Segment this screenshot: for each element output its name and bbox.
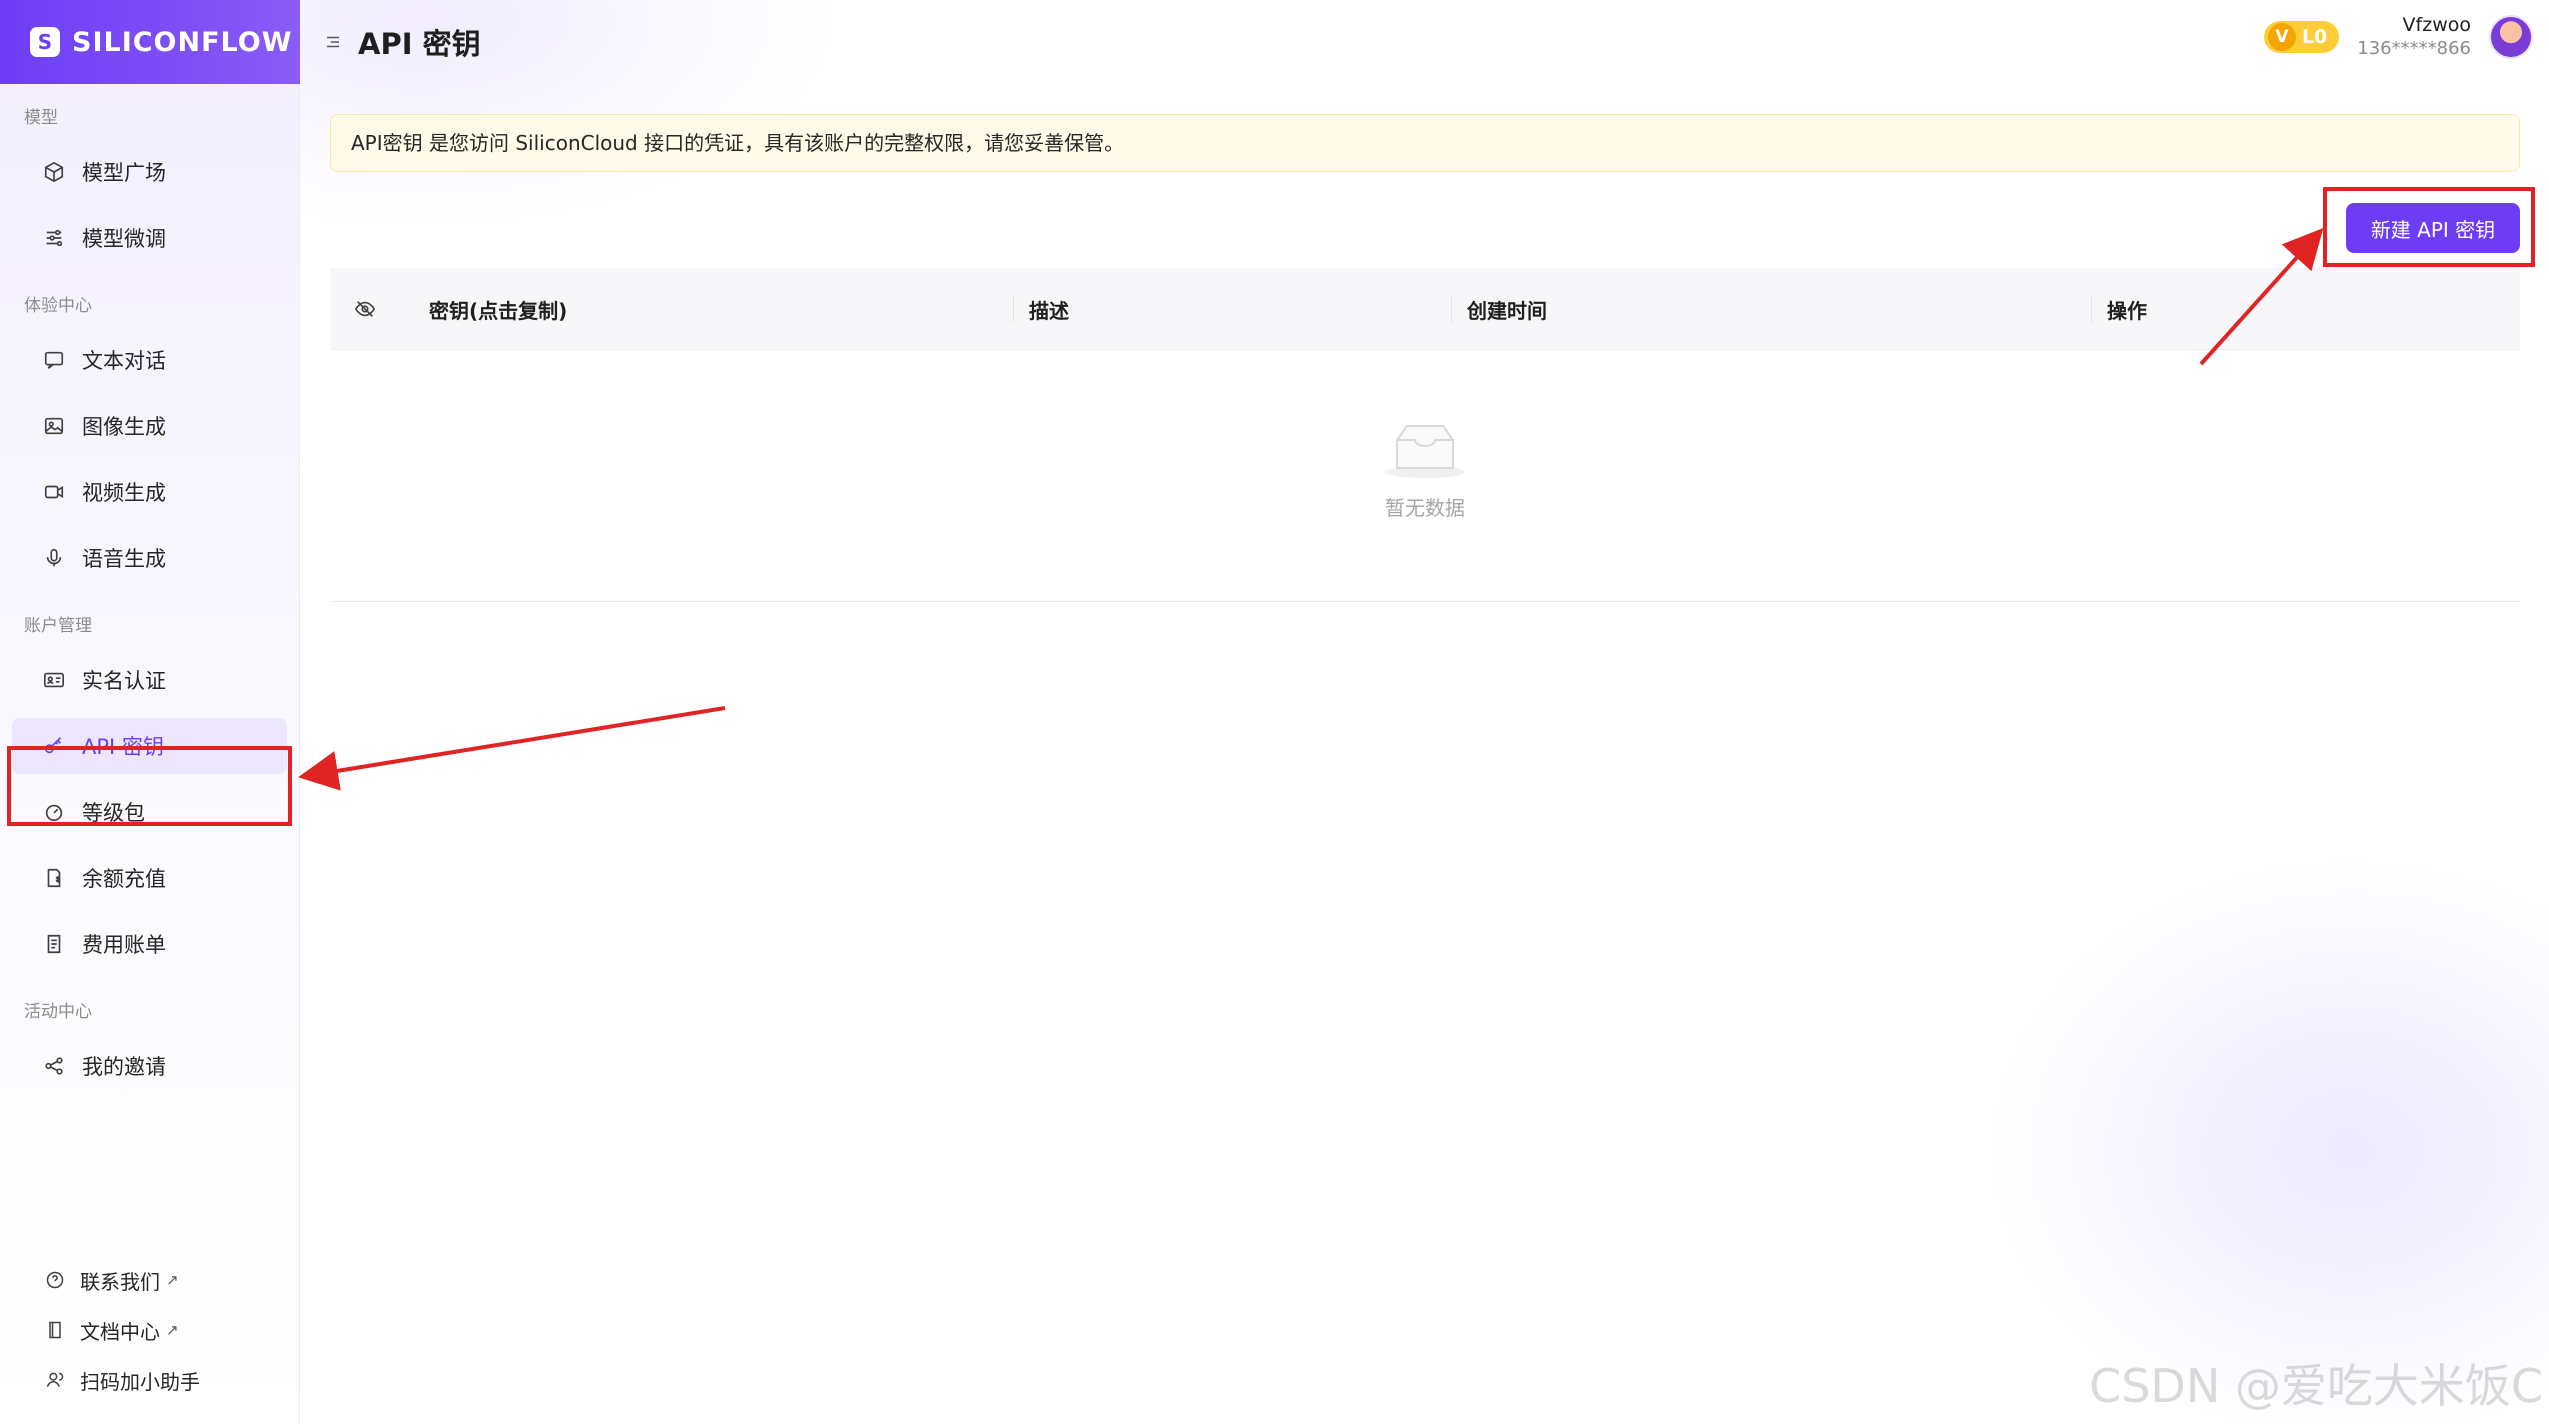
contact-us-link[interactable]: 联系我们 ↗ — [0, 1255, 300, 1305]
brand-name: SILICONFLOW — [72, 26, 293, 58]
footer-label: 联系我们 — [80, 1269, 160, 1294]
sidebar: S SILICONFLOW 模型 模型广场 模型微调 体验中心 文本对话 图像生… — [0, 0, 300, 1424]
section-title-account: 账户管理 — [24, 616, 92, 636]
sidebar-item-text-chat[interactable]: 文本对话 — [12, 332, 287, 388]
sidebar-item-recharge[interactable]: 余额充值 — [12, 850, 287, 906]
sidebar-item-model-finetune[interactable]: 模型微调 — [12, 210, 287, 266]
sidebar-item-label: 实名认证 — [82, 669, 166, 693]
external-link-icon: ↗ — [166, 1271, 179, 1289]
toggle-visibility-icon[interactable] — [354, 268, 376, 350]
bill-icon — [42, 932, 66, 956]
microphone-icon — [42, 546, 66, 570]
watermark: CSDN @爱吃大米饭C — [2089, 1359, 2543, 1413]
user-icon — [44, 1369, 66, 1391]
sidebar-item-label: 余额充值 — [82, 867, 166, 891]
book-icon — [44, 1319, 66, 1341]
video-icon — [42, 480, 66, 504]
sidebar-footer: 联系我们 ↗ 文档中心 ↗ 扫码加小助手 — [0, 1255, 300, 1405]
siliconflow-logo-icon: S — [30, 27, 60, 57]
image-icon — [42, 414, 66, 438]
api-keys-table: 密钥(点击复制) 描述 创建时间 操作 暂无数据 — [330, 268, 2520, 602]
user-info[interactable]: Vfzwoo 136*****866 — [2357, 14, 2471, 59]
recharge-icon — [42, 866, 66, 890]
main-content: API 密钥 V L0 Vfzwoo 136*****866 API密钥 是您访… — [300, 0, 2549, 1424]
annotation-box-sidebar — [7, 746, 292, 826]
sidebar-item-label: 模型微调 — [82, 227, 166, 251]
cube-icon — [42, 160, 66, 184]
page-title: API 密钥 — [358, 27, 481, 61]
brand-logo[interactable]: S SILICONFLOW — [0, 0, 300, 84]
section-title-experience: 体验中心 — [24, 296, 92, 316]
sidebar-item-model-square[interactable]: 模型广场 — [12, 144, 287, 200]
sidebar-item-label: 语音生成 — [82, 547, 166, 571]
column-created-time: 创建时间 — [1451, 268, 1547, 350]
column-description: 描述 — [1013, 268, 1069, 350]
api-key-notice: API密钥 是您访问 SiliconCloud 接口的凭证，具有该账户的完整权限… — [330, 114, 2520, 172]
level-label: L0 — [2301, 25, 2328, 48]
sidebar-item-label: 费用账单 — [82, 933, 166, 957]
section-title-models: 模型 — [24, 108, 58, 128]
user-area: V L0 Vfzwoo 136*****866 — [2263, 14, 2533, 59]
user-phone: 136*****866 — [2357, 38, 2471, 59]
sidebar-item-label: 模型广场 — [82, 161, 166, 185]
external-link-icon: ↗ — [166, 1321, 179, 1339]
id-card-icon — [42, 668, 66, 692]
column-actions: 操作 — [2091, 268, 2147, 350]
help-circle-icon — [44, 1269, 66, 1291]
sidebar-item-billing[interactable]: 费用账单 — [12, 916, 287, 972]
avatar[interactable] — [2489, 14, 2533, 59]
table-header: 密钥(点击复制) 描述 创建时间 操作 — [330, 268, 2520, 350]
scan-assistant-link[interactable]: 扫码加小助手 — [0, 1355, 300, 1405]
docs-center-link[interactable]: 文档中心 ↗ — [0, 1305, 300, 1355]
sliders-icon — [42, 226, 66, 250]
column-key: 密钥(点击复制) — [429, 298, 568, 323]
sidebar-item-voice-gen[interactable]: 语音生成 — [12, 530, 287, 586]
page-header: API 密钥 V L0 Vfzwoo 136*****866 — [300, 0, 2549, 84]
share-icon — [42, 1054, 66, 1078]
level-badge[interactable]: V L0 — [2263, 20, 2340, 53]
empty-state: 暂无数据 — [330, 418, 2520, 521]
footer-label: 文档中心 — [80, 1319, 160, 1344]
sidebar-item-label: 我的邀请 — [82, 1055, 166, 1079]
chat-icon — [42, 348, 66, 372]
footer-label: 扫码加小助手 — [80, 1369, 200, 1394]
sidebar-item-real-name[interactable]: 实名认证 — [12, 652, 287, 708]
sidebar-item-label: 视频生成 — [82, 481, 166, 505]
sidebar-item-invites[interactable]: 我的邀请 — [12, 1038, 287, 1094]
empty-text: 暂无数据 — [1385, 496, 1465, 520]
vip-icon: V — [2267, 22, 2296, 51]
empty-inbox-icon — [1379, 418, 1471, 480]
section-title-activity: 活动中心 — [24, 1002, 92, 1022]
menu-toggle-icon[interactable] — [322, 31, 344, 53]
sidebar-item-image-gen[interactable]: 图像生成 — [12, 398, 287, 454]
sidebar-item-label: 图像生成 — [82, 415, 166, 439]
sidebar-item-label: 文本对话 — [82, 349, 166, 373]
user-name: Vfzwoo — [2402, 14, 2471, 36]
annotation-box-button — [2323, 187, 2535, 267]
sidebar-item-video-gen[interactable]: 视频生成 — [12, 464, 287, 520]
